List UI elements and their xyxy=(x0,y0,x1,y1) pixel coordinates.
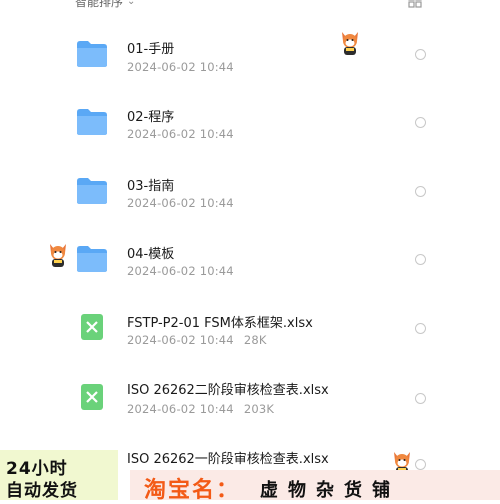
file-date: 2024-06-02 10:44 xyxy=(127,264,234,278)
file-meta: 2024-06-02 10:44 203K xyxy=(127,402,274,416)
select-radio[interactable] xyxy=(415,393,426,404)
file-meta: 2024-06-02 10:44 28K xyxy=(127,333,267,347)
folder-icon xyxy=(77,246,107,272)
excel-file-icon xyxy=(81,314,103,340)
shop-name: 虚物杂货铺 xyxy=(260,480,400,501)
file-date: 2024-06-02 10:44 xyxy=(127,196,234,210)
select-radio[interactable] xyxy=(415,459,426,470)
fox-mascot-sticker xyxy=(50,244,66,267)
file-row[interactable]: 01-手册 2024-06-02 10:44 xyxy=(0,22,500,90)
chevron-down-icon: ⌄ xyxy=(127,0,136,7)
file-row[interactable]: ISO 26262二阶段审核检查表.xlsx 2024-06-02 10:44 2… xyxy=(0,366,500,434)
file-name: 02-程序 xyxy=(127,110,175,125)
file-name: 01-手册 xyxy=(127,42,175,57)
file-name: ISO 26262二阶段审核检查表.xlsx xyxy=(127,383,329,398)
file-size: 28K xyxy=(243,333,267,347)
folder-icon xyxy=(77,109,107,135)
select-radio[interactable] xyxy=(415,186,426,197)
file-row[interactable]: 04-模板 2024-06-02 10:44 xyxy=(0,229,500,297)
select-radio[interactable] xyxy=(415,117,426,128)
file-date: 2024-06-02 10:44 xyxy=(127,333,234,347)
folder-icon xyxy=(77,41,107,67)
file-size: 203K xyxy=(243,402,275,416)
promo-line2: 自动发货 xyxy=(6,481,78,501)
file-date: 2024-06-02 10:44 xyxy=(127,402,234,416)
file-name: FSTP-P2-01 FSM体系框架.xlsx xyxy=(127,316,313,331)
shop-label: 淘宝名： xyxy=(144,478,241,503)
grid-view-icon[interactable] xyxy=(408,0,422,8)
file-date: 2024-06-02 10:44 xyxy=(127,60,234,74)
select-radio[interactable] xyxy=(415,49,426,60)
file-name: 03-指南 xyxy=(127,179,175,194)
file-row[interactable]: 03-指南 2024-06-02 10:44 xyxy=(0,161,500,229)
folder-icon xyxy=(77,178,107,204)
select-radio[interactable] xyxy=(415,323,426,334)
sort-selector[interactable]: 智能排序 ⌄ xyxy=(75,0,135,10)
file-name: 04-模板 xyxy=(127,247,175,262)
promo-banner: 淘宝名： 虚物杂货铺 xyxy=(130,470,500,503)
file-date: 2024-06-02 10:44 xyxy=(127,127,234,141)
promo-badge: 24小时 自动发货 xyxy=(0,450,118,501)
sort-label: 智能排序 xyxy=(75,0,124,9)
excel-file-icon xyxy=(81,384,103,410)
file-name: ISO 26262一阶段审核检查表.xlsx xyxy=(127,452,329,467)
select-radio[interactable] xyxy=(415,254,426,265)
file-row[interactable]: FSTP-P2-01 FSM体系框架.xlsx 2024-06-02 10:44… xyxy=(0,298,500,366)
fox-mascot-sticker xyxy=(342,32,358,55)
file-row[interactable]: 02-程序 2024-06-02 10:44 xyxy=(0,92,500,160)
